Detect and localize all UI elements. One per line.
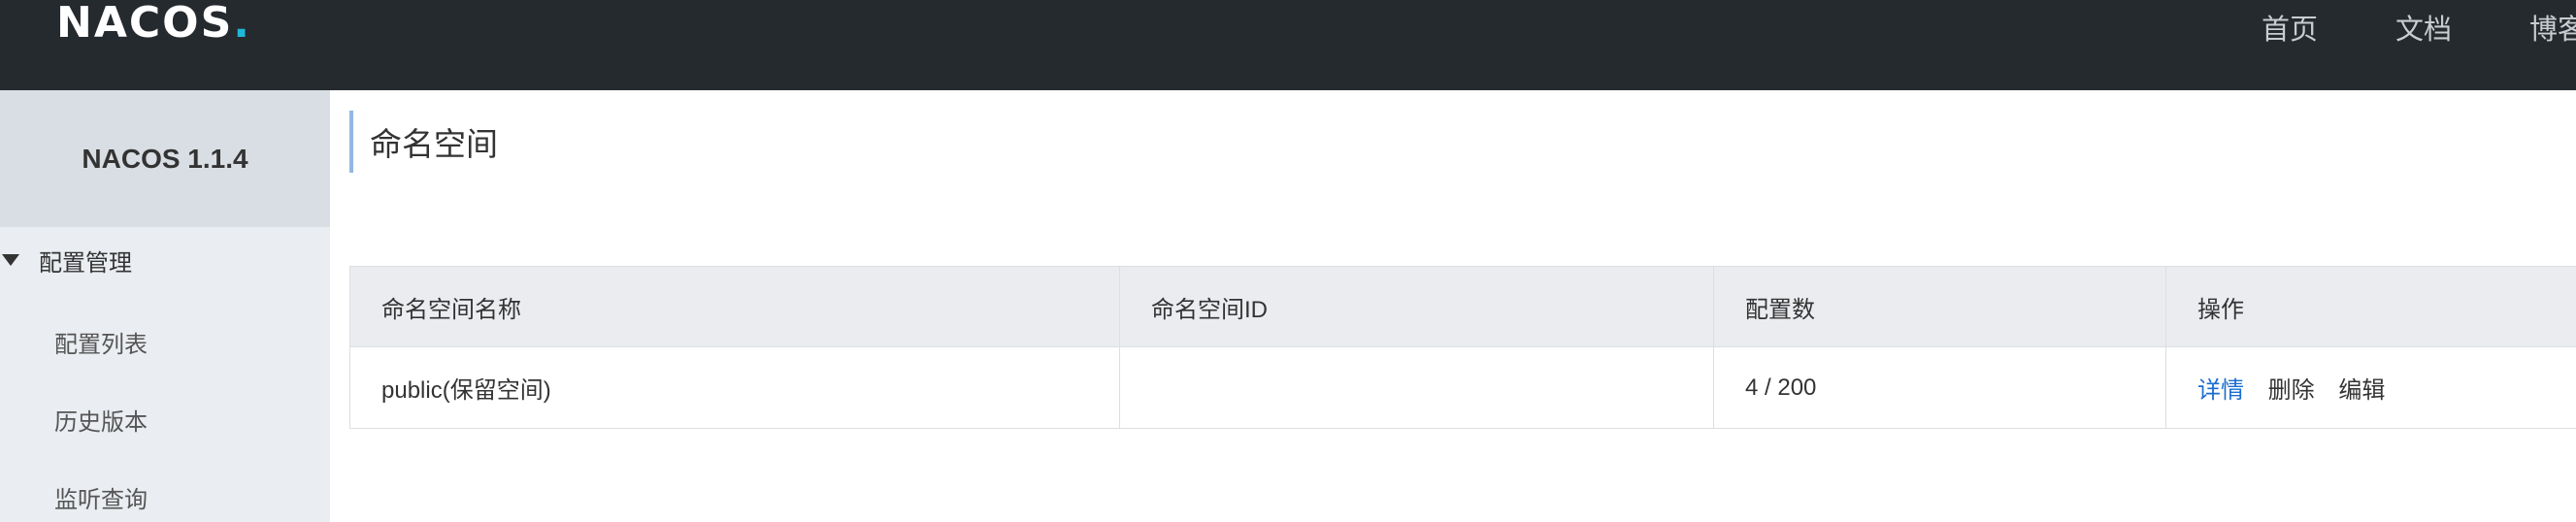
logo-dot: .: [233, 0, 251, 48]
sidebar-item-config-list[interactable]: 配置列表: [54, 325, 148, 359]
nav-blog-link[interactable]: 博客: [2529, 7, 2576, 48]
column-header-actions: 操作: [2165, 266, 2576, 347]
top-header: NACOS. 首页 文档 博客: [0, 0, 2576, 90]
sidebar-item-history[interactable]: 历史版本: [54, 403, 148, 437]
cell-namespace-name: public(保留空间): [349, 346, 1120, 429]
namespace-table: 命名空间名称 命名空间ID 配置数 操作 public(保留空间) 4 / 20…: [349, 266, 2576, 429]
nacos-logo[interactable]: NACOS.: [56, 0, 251, 48]
sidebar-item-listener-query[interactable]: 监听查询: [54, 480, 148, 514]
details-link[interactable]: 详情: [2197, 377, 2244, 404]
menu-group-config-management[interactable]: 配置管理: [0, 244, 132, 277]
delete-link[interactable]: 删除: [2268, 377, 2315, 404]
logo-text: NACOS: [56, 0, 234, 48]
nav-home-link[interactable]: 首页: [2262, 7, 2318, 48]
column-header-namespace-id: 命名空间ID: [1119, 266, 1714, 347]
nav-docs-link[interactable]: 文档: [2395, 7, 2452, 48]
cell-actions: 详情 删除 编辑: [2165, 346, 2576, 429]
column-header-namespace-name: 命名空间名称: [349, 266, 1120, 347]
top-nav: 首页 文档 博客: [2262, 0, 2576, 54]
table-row: public(保留空间) 4 / 200 详情 删除 编辑: [349, 346, 2576, 429]
sidebar-version-title: NACOS 1.1.4: [0, 90, 330, 227]
edit-link[interactable]: 编辑: [2338, 377, 2385, 404]
column-header-config-count: 配置数: [1713, 266, 2166, 347]
menu-group-label: 配置管理: [39, 249, 132, 277]
page-title: 命名空间: [370, 126, 498, 162]
cell-config-count: 4 / 200: [1713, 346, 2166, 429]
table-header-row: 命名空间名称 命名空间ID 配置数 操作: [349, 266, 2576, 347]
caret-down-icon: [2, 254, 19, 266]
cell-namespace-id: [1119, 346, 1714, 429]
sidebar: NACOS 1.1.4 配置管理 配置列表 历史版本 监听查询: [0, 90, 330, 522]
page-title-bar: 命名空间: [349, 111, 498, 173]
